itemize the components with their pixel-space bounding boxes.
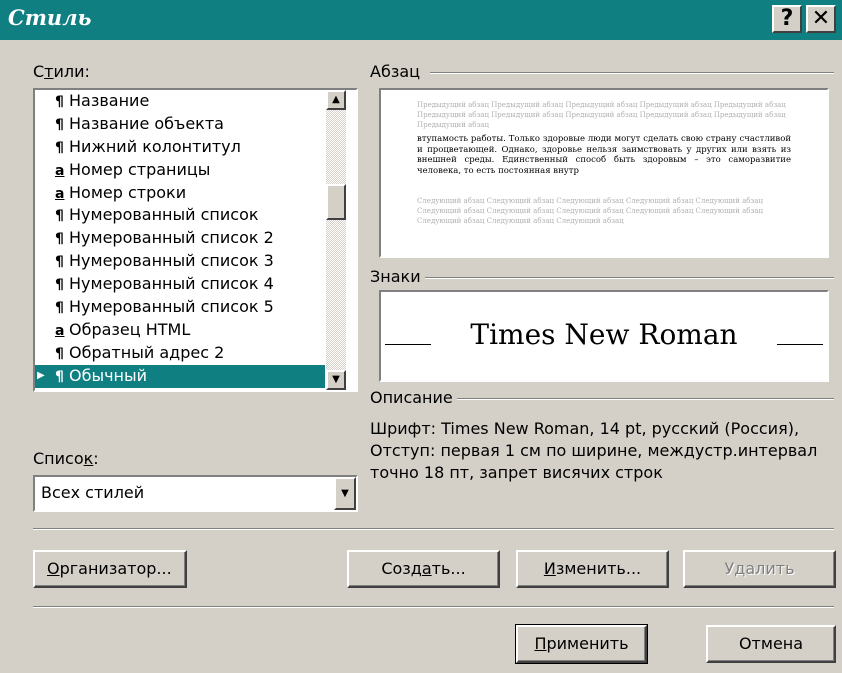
modify-button[interactable]: Изменить... xyxy=(516,550,669,588)
style-description: Шрифт: Times New Roman, 14 pt, русский (… xyxy=(370,419,818,482)
styles-listbox[interactable]: ¶ Название ¶ Название объекта ¶ Нижний колонт… xyxy=(33,88,358,392)
style-list-item[interactable]: ¶ Нумерованный список 2 xyxy=(35,227,325,250)
style-list-item-label: Нумерованный список 5 xyxy=(69,297,274,317)
styles-label: Стили: xyxy=(33,62,90,81)
characters-group-label: Знаки xyxy=(370,267,425,286)
paragraph-preview: Предыдущий абзац Предыдущий абзац Предыд… xyxy=(379,88,829,258)
styles-list-items: ¶ Название ¶ Название объекта ¶ Нижний колонт… xyxy=(35,90,325,390)
style-list-item[interactable]: ¶ Обратный адрес 2 xyxy=(35,342,325,365)
characters-preview: Times New Roman xyxy=(379,290,829,382)
apply-button[interactable]: Применить xyxy=(515,624,648,664)
style-list-item[interactable]: a Номер строки xyxy=(35,182,325,205)
style-list-item-label: Нумерованный список 2 xyxy=(69,228,274,248)
style-list-item-label: Номер строки xyxy=(69,182,187,202)
style-list-item[interactable]: ¶ Нумерованный список 5 xyxy=(35,296,325,319)
paragraph-style-icon: ¶ xyxy=(55,368,64,385)
style-list-item-label: Образец HTML xyxy=(69,319,191,339)
style-list-item-label: Обычный xyxy=(69,365,148,385)
paragraph-style-icon: ¶ xyxy=(55,116,64,133)
scroll-up-button[interactable]: ▲ xyxy=(326,90,346,110)
style-list-item[interactable]: ¶ Нумерованный список 3 xyxy=(35,250,325,273)
style-list-item[interactable]: a Образец HTML xyxy=(35,319,325,342)
style-list-item[interactable]: a Номер страницы xyxy=(35,159,325,182)
paragraph-style-icon: ¶ xyxy=(55,254,64,271)
paragraph-style-icon: ¶ xyxy=(55,94,64,110)
style-list-item[interactable]: ¶ Нижний колонтитул xyxy=(35,136,325,159)
create-button[interactable]: Создать... xyxy=(347,550,500,588)
style-list-item[interactable]: ¶ Нумерованный список 4 xyxy=(35,273,325,296)
characters-group-line xyxy=(420,277,834,279)
list-filter-value: Всех стилей xyxy=(41,483,145,502)
style-list-item[interactable]: ¶ Название объекта xyxy=(35,113,325,136)
style-list-item-label: Нумерованный список 4 xyxy=(69,274,274,294)
preview-previous-paragraph: Предыдущий абзац Предыдущий абзац Предыд… xyxy=(417,101,786,129)
style-list-item[interactable]: ▶ ¶ Обычный xyxy=(35,364,325,388)
scroll-down-button[interactable]: ▼ xyxy=(326,370,346,390)
description-group-label: Описание xyxy=(370,388,457,407)
styles-list-scrollbar[interactable]: ▲ ▼ xyxy=(326,90,346,390)
paragraph-style-icon: ¶ xyxy=(55,231,64,248)
dialog-title: Стиль xyxy=(8,5,92,30)
description-group-line xyxy=(456,398,834,400)
delete-button[interactable]: Удалить xyxy=(683,550,836,588)
font-sample: Times New Roman xyxy=(470,318,738,351)
paragraph-group-line xyxy=(430,72,834,74)
style-list-item-label: Нумерованный список 3 xyxy=(69,251,274,271)
style-list-item-label: Нумерованный список xyxy=(69,205,259,225)
selection-arrow-icon: ▶ xyxy=(37,369,45,381)
style-list-item-label: Название xyxy=(69,91,150,110)
scroll-thumb[interactable] xyxy=(326,184,346,220)
paragraph-style-icon: ¶ xyxy=(55,208,64,225)
paragraph-style-icon: ¶ xyxy=(55,300,64,317)
separator-top xyxy=(33,528,834,530)
title-bar xyxy=(0,0,842,40)
paragraph-style-icon: ¶ xyxy=(55,139,64,156)
style-list-item-label: Нижний колонтитул xyxy=(69,136,241,156)
help-button[interactable]: ? xyxy=(772,5,802,33)
character-style-icon: a xyxy=(55,185,65,202)
organizer-button[interactable]: Организатор... xyxy=(33,550,187,588)
paragraph-style-icon: ¶ xyxy=(55,345,64,362)
character-style-icon: a xyxy=(55,322,65,339)
paragraph-group-label: Абзац xyxy=(370,62,425,81)
chevron-down-icon[interactable]: ▼ xyxy=(334,477,356,510)
style-list-item[interactable]: ¶ Название xyxy=(35,90,325,113)
style-list-item[interactable]: ¶ Нумерованный список xyxy=(35,204,325,227)
character-style-icon: a xyxy=(55,162,65,179)
preview-next-paragraph: Следующий абзац Следующий абзац Следующи… xyxy=(417,197,763,225)
style-list-item-label: Название объекта xyxy=(69,113,224,133)
list-label: Список: xyxy=(33,449,99,468)
close-button[interactable]: ✕ xyxy=(806,5,836,33)
cancel-button[interactable]: Отмена xyxy=(706,625,836,663)
style-list-item-label: Номер страницы xyxy=(69,159,211,179)
paragraph-style-icon: ¶ xyxy=(55,277,64,294)
separator-bottom xyxy=(33,606,834,608)
preview-sample-paragraph: втупамость работы. Только здоровые люди … xyxy=(417,134,791,176)
style-list-item-label: Обратный адрес 2 xyxy=(69,342,225,362)
list-filter-combobox[interactable]: Всех стилей ▼ xyxy=(33,475,358,512)
